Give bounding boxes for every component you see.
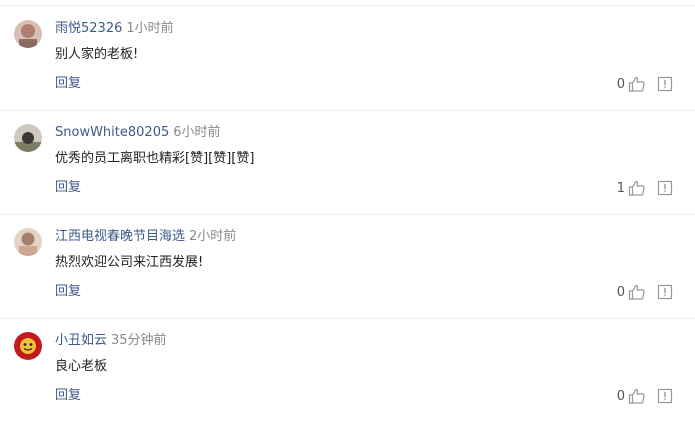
- avatar[interactable]: [14, 124, 42, 152]
- like-count: 0: [616, 388, 625, 404]
- timestamp: 1小时前: [126, 21, 174, 36]
- timestamp: 35分钟前: [111, 333, 167, 348]
- thumbs-up-icon: [628, 180, 645, 196]
- comment-meta: 雨悦52326 1小时前: [55, 20, 174, 38]
- report-icon[interactable]: [657, 388, 673, 404]
- comment-list: 雨悦52326 1小时前 别人家的老板! 回复 0 SnowWhite80205 6…: [0, 0, 695, 417]
- avatar[interactable]: [14, 228, 42, 256]
- comment-meta: 小丑如云 35分钟前: [55, 332, 167, 350]
- comment-text: 热烈欢迎公司来江西发展!: [55, 255, 204, 270]
- thumbs-up-icon: [628, 284, 645, 300]
- avatar[interactable]: [14, 332, 42, 360]
- comment-item: 小丑如云 35分钟前 良心老板 回复 0: [0, 318, 695, 422]
- comment-text: 优秀的员工离职也精彩[赞][赞][赞]: [55, 151, 255, 166]
- comment-item: 江西电视春晚节目海选 2小时前 热烈欢迎公司来江西发展! 回复 0: [0, 214, 695, 318]
- like-count: 1: [616, 180, 625, 196]
- like-count: 0: [616, 76, 625, 92]
- reply-button[interactable]: 回复: [55, 179, 81, 197]
- like-button[interactable]: 0: [617, 74, 646, 94]
- timestamp: 2小时前: [189, 229, 237, 244]
- comment-item: SnowWhite80205 6小时前 优秀的员工离职也精彩[赞][赞][赞] 回…: [0, 110, 695, 214]
- comment-text: 良心老板: [55, 359, 108, 374]
- timestamp: 6小时前: [173, 125, 221, 140]
- reply-button[interactable]: 回复: [55, 75, 81, 93]
- username[interactable]: 小丑如云: [55, 333, 107, 348]
- comment-meta: 江西电视春晚节目海选 2小时前: [55, 228, 236, 246]
- comment-text: 别人家的老板!: [55, 47, 139, 62]
- report-icon[interactable]: [657, 180, 673, 196]
- like-count: 0: [616, 284, 625, 300]
- comment-item: 雨悦52326 1小时前 别人家的老板! 回复 0: [0, 6, 695, 110]
- report-icon[interactable]: [657, 284, 673, 300]
- avatar[interactable]: [14, 20, 42, 48]
- like-button[interactable]: 0: [617, 386, 646, 406]
- like-button[interactable]: 1: [617, 178, 646, 198]
- like-button[interactable]: 0: [617, 282, 646, 302]
- reply-button[interactable]: 回复: [55, 283, 81, 301]
- comment-meta: SnowWhite80205 6小时前: [55, 124, 221, 142]
- thumbs-up-icon: [628, 388, 645, 404]
- thumbs-up-icon: [628, 76, 645, 92]
- username[interactable]: 江西电视春晚节目海选: [55, 229, 185, 244]
- reply-button[interactable]: 回复: [55, 387, 81, 405]
- username[interactable]: 雨悦52326: [55, 21, 122, 36]
- username[interactable]: SnowWhite80205: [55, 125, 169, 140]
- report-icon[interactable]: [657, 76, 673, 92]
